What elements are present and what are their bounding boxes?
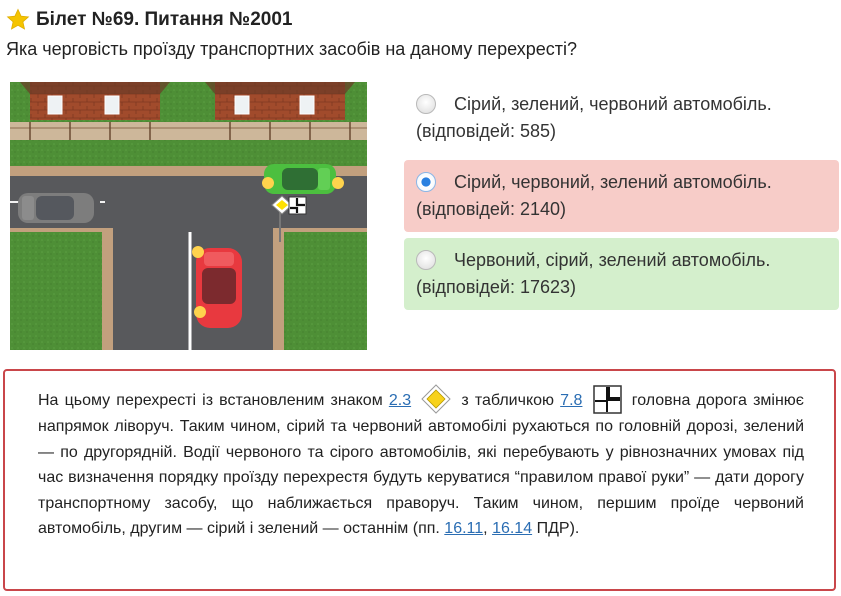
explanation-text-4: ПДР). bbox=[536, 520, 580, 537]
separator: , bbox=[483, 520, 488, 537]
star-icon[interactable] bbox=[6, 8, 30, 32]
answer-options: Сірий, зелений, червоний автомобіль. (ві… bbox=[404, 82, 839, 316]
explanation-text-1: На цьому перехресті із встановленим знак… bbox=[38, 392, 383, 409]
rule-link-16-14[interactable]: 16.14 bbox=[492, 520, 532, 537]
sign-link[interactable]: 2.3 bbox=[389, 392, 411, 409]
answer-text: Червоний, сірий, зелений автомобіль. bbox=[454, 250, 771, 270]
answer-text: Сірий, червоний, зелений автомобіль. bbox=[454, 172, 772, 192]
answer-count: (відповідей: 585) bbox=[416, 121, 556, 141]
question-text: Яка черговість проїзду транспортних засо… bbox=[6, 39, 577, 59]
explanation-box: На цьому перехресті із встановленим знак… bbox=[3, 369, 836, 591]
radio-button[interactable] bbox=[416, 250, 436, 270]
answer-option-1[interactable]: Сірий, зелений, червоний автомобіль. (ві… bbox=[404, 82, 839, 154]
ticket-title: Білет №69. Питання №2001 bbox=[36, 9, 293, 30]
main-road-direction-plate-icon bbox=[592, 385, 622, 414]
answer-option-2[interactable]: Сірий, червоний, зелений автомобіль. (ві… bbox=[404, 160, 839, 232]
plate-link[interactable]: 7.8 bbox=[560, 392, 582, 409]
explanation-text-3: головна дорога змінює напрямок ліворуч. … bbox=[38, 392, 804, 537]
answer-count: (відповідей: 17623) bbox=[416, 277, 576, 297]
explanation-text-2: з табличкою bbox=[461, 392, 555, 409]
answer-option-3[interactable]: Червоний, сірий, зелений автомобіль. (ві… bbox=[404, 238, 839, 310]
radio-button[interactable] bbox=[416, 94, 436, 114]
rule-link-16-11[interactable]: 16.11 bbox=[444, 520, 483, 537]
radio-button-selected[interactable] bbox=[416, 172, 436, 192]
answer-count: (відповідей: 2140) bbox=[416, 199, 566, 219]
intersection-illustration bbox=[10, 82, 367, 350]
answer-text: Сірий, зелений, червоний автомобіль. bbox=[454, 94, 772, 114]
ticket-header: Білет №69. Питання №2001 bbox=[6, 8, 293, 32]
priority-road-sign-icon bbox=[421, 384, 451, 414]
